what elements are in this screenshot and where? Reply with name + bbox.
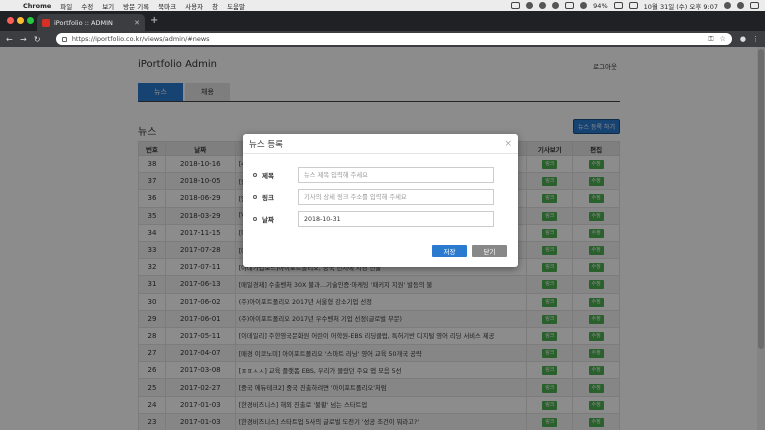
reload-icon[interactable]: ↻ xyxy=(34,35,44,44)
cloud-icon[interactable] xyxy=(539,2,547,9)
date-label: 날짜 xyxy=(262,216,274,224)
macos-menubar: Chrome 파일 수정 보기 방문 기록 북마크 사용자 창 도움말 94% … xyxy=(0,0,765,11)
browser-tab[interactable]: iPortfolio :: ADMIN ✕ xyxy=(37,14,145,31)
form-row-date: 날짜 xyxy=(253,211,498,227)
siri-icon[interactable] xyxy=(737,2,744,9)
back-icon[interactable]: ← xyxy=(6,35,16,44)
link-input[interactable] xyxy=(298,189,494,205)
close-icon[interactable]: × xyxy=(504,139,512,149)
bluetooth-icon[interactable] xyxy=(565,2,575,9)
menu-edit[interactable]: 수정 xyxy=(81,1,93,11)
bullet-icon xyxy=(253,173,257,177)
window-minimize-button[interactable] xyxy=(17,17,24,24)
news-register-modal: 뉴스 등록 × 제목 링크 날짜 저장 닫기 xyxy=(243,134,518,267)
tab-title: iPortfolio :: ADMIN xyxy=(54,18,113,27)
menu-file[interactable]: 파일 xyxy=(60,1,72,11)
date-input[interactable] xyxy=(298,211,494,227)
battery-icon[interactable] xyxy=(613,2,623,9)
modal-header: 뉴스 등록 × xyxy=(243,134,518,154)
spotlight-icon[interactable] xyxy=(724,2,731,9)
window-zoom-button[interactable] xyxy=(27,17,34,24)
flag-icon[interactable] xyxy=(628,2,638,9)
form-row-link: 링크 xyxy=(253,189,498,205)
title-label: 제목 xyxy=(262,172,274,180)
browser-toolbar: ← → ↻ https://iportfolio.co.kr/views/adm… xyxy=(0,31,765,47)
title-input[interactable] xyxy=(298,167,494,183)
menu-dots-icon[interactable]: ⋮ xyxy=(752,35,759,43)
menu-help[interactable]: 도움말 xyxy=(227,1,245,11)
url-text[interactable]: https://iportfolio.co.kr/views/admin/#ne… xyxy=(72,35,702,43)
bookmark-star-icon[interactable]: ☆ xyxy=(720,35,726,43)
wifi-icon[interactable] xyxy=(580,2,588,9)
menu-bookmarks[interactable]: 북마크 xyxy=(158,1,176,11)
page-viewport: iPortfolio Admin 로그아웃 뉴스 채용 뉴스 뉴스 등록 하기 … xyxy=(0,47,765,430)
menu-window[interactable]: 창 xyxy=(212,1,218,11)
lock-icon[interactable] xyxy=(61,36,67,42)
tab-strip: iPortfolio :: ADMIN ✕ + xyxy=(0,11,765,31)
notification-center-icon[interactable] xyxy=(750,2,759,9)
address-bar[interactable]: https://iportfolio.co.kr/views/admin/#ne… xyxy=(55,33,732,45)
new-tab-button[interactable]: + xyxy=(150,16,158,26)
bullet-icon xyxy=(253,195,257,199)
dropbox-icon[interactable] xyxy=(526,2,534,9)
window-close-button[interactable] xyxy=(7,17,14,24)
clock[interactable]: 10월 31일 (수) 오후 9:07 xyxy=(644,1,718,11)
menu-view[interactable]: 보기 xyxy=(102,1,114,11)
forward-icon[interactable]: → xyxy=(20,35,30,44)
tab-close-icon[interactable]: ✕ xyxy=(134,19,140,27)
form-row-title: 제목 xyxy=(253,167,498,183)
key-icon[interactable]: ⚿ xyxy=(708,35,713,44)
status-area: 94% 10월 31일 (수) 오후 9:07 xyxy=(511,1,759,11)
save-button[interactable]: 저장 xyxy=(432,245,467,257)
profile-icon[interactable]: ● xyxy=(740,35,746,43)
favicon-icon xyxy=(42,18,50,27)
time-machine-icon[interactable] xyxy=(552,2,560,9)
close-button[interactable]: 닫기 xyxy=(472,245,507,257)
battery-percent: 94% xyxy=(593,1,608,10)
menu-history[interactable]: 방문 기록 xyxy=(123,1,149,11)
menu-people[interactable]: 사용자 xyxy=(185,1,203,11)
menu-chrome[interactable]: Chrome xyxy=(23,2,51,10)
modal-title: 뉴스 등록 xyxy=(249,139,283,150)
link-label: 링크 xyxy=(262,194,274,202)
airplay-icon[interactable] xyxy=(511,2,521,9)
bullet-icon xyxy=(253,217,257,221)
